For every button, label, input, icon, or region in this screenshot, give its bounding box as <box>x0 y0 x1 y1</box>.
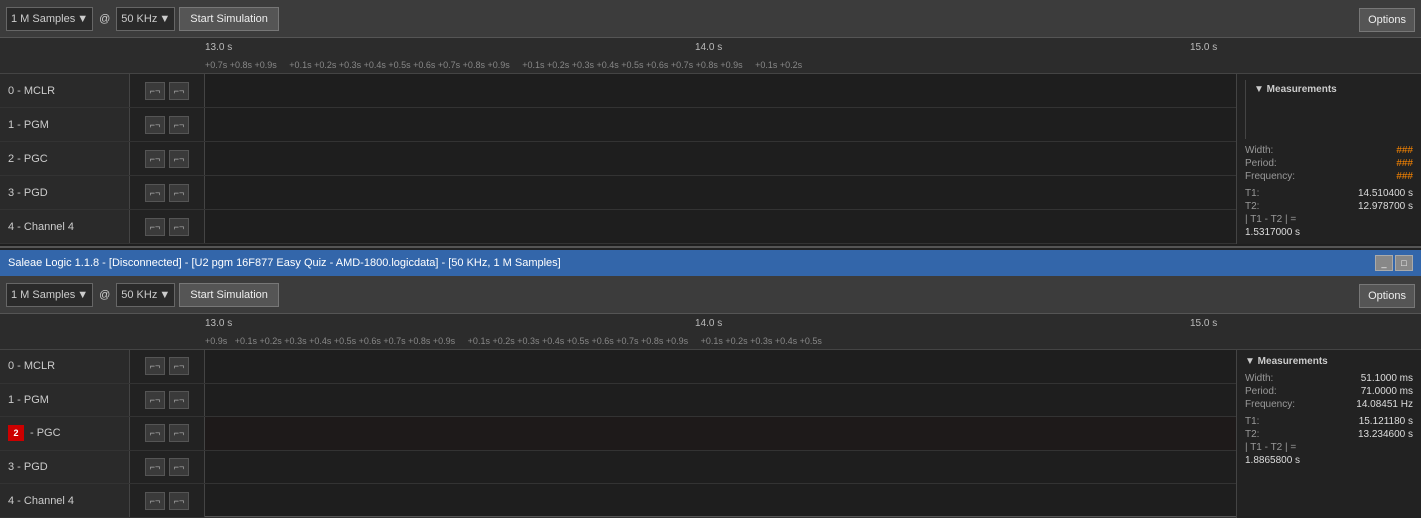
options-btn-bottom[interactable]: Options <box>1359 284 1415 308</box>
measurements-title-bottom: ▼ Measurements <box>1245 356 1413 367</box>
ctrl-btn2-4-top[interactable]: ⌐¬ <box>169 218 189 236</box>
meas-diff-top: | T1 - T2 | = <box>1245 214 1413 225</box>
freq-label-top: 50 KHz <box>121 13 157 25</box>
freq-label-bottom: 50 KHz <box>121 289 157 301</box>
meas-width-top: Width: ### <box>1245 145 1413 156</box>
meas-freq-bottom: Frequency: 14.08451 Hz <box>1245 399 1413 410</box>
channel-row-2-bottom: 2 - PGC ⌐¬ ⌐¬ <box>0 417 1236 451</box>
channel-controls-1-bottom: ⌐¬ ⌐¬ <box>130 384 205 417</box>
title-bar-buttons: _ □ <box>1375 255 1413 271</box>
samples-label-top: 1 M Samples <box>11 13 75 25</box>
channel-controls-4-top: ⌐¬ ⌐¬ <box>130 210 205 243</box>
channel-controls-1-top: ⌐¬ ⌐¬ <box>130 108 205 141</box>
ctrl-btn-2-top[interactable]: ⌐¬ <box>145 150 165 168</box>
channel-row-3-top: 3 - PGD ⌐¬ ⌐¬ <box>0 176 1236 210</box>
channel-row-1-top: 1 - PGM ⌐¬ ⌐¬ <box>0 108 1236 142</box>
freq-dropdown-bottom[interactable]: 50 KHz ▼ <box>116 283 175 307</box>
channel-label-3-bottom: 3 - PGD <box>0 451 130 484</box>
meas-period-top: Period: ### <box>1245 158 1413 169</box>
channel-row-2-top: 2 - PGC ⌐¬ ⌐¬ <box>0 142 1236 176</box>
channel-label-4-bottom: 4 - Channel 4 <box>0 484 130 517</box>
channel-row-4-top: 4 - Channel 4 ⌐¬ ⌐¬ <box>0 210 1236 244</box>
channel-row-3-bottom: 3 - PGD ⌐¬ ⌐¬ <box>0 451 1236 485</box>
channel-label-0-top: 0 - MCLR <box>0 74 130 107</box>
ctrl-btn-3-top[interactable]: ⌐¬ <box>145 184 165 202</box>
channel-row-0-bottom: 0 - MCLR ⌐¬ ⌐¬ ▶ <box>0 350 1236 384</box>
channel-controls-0-top: ⌐¬ ⌐¬ <box>130 74 205 107</box>
channel-controls-3-bottom: ⌐¬ ⌐¬ <box>130 451 205 484</box>
freq-dropdown-top[interactable]: 50 KHz ▼ <box>116 7 175 31</box>
measurements-panel-top: ▼ Measurements Width: ### Period: ### Fr… <box>1236 74 1421 244</box>
start-simulation-btn-bottom[interactable]: Start Simulation <box>179 283 279 307</box>
ctrl-btn2-0-bottom[interactable]: ⌐¬ <box>169 357 189 375</box>
time-ruler-bottom: 13.0 s 14.0 s 15.0 s +0.9s +0.1s +0.2s +… <box>0 314 1421 350</box>
ctrl-btn-0-top[interactable]: ⌐¬ <box>145 82 165 100</box>
channel-label-3-top: 3 - PGD <box>0 176 130 209</box>
ctrl-btn2-3-bottom[interactable]: ⌐¬ <box>169 458 189 476</box>
ctrl-btn-1-top[interactable]: ⌐¬ <box>145 116 165 134</box>
minimize-btn[interactable]: _ <box>1375 255 1393 271</box>
time-ruler-top: 13.0 s 14.0 s 15.0 s +0.7s +0.8s +0.9s +… <box>0 38 1421 74</box>
channel-controls-0-bottom: ⌐¬ ⌐¬ <box>130 350 205 383</box>
samples-dropdown-bottom[interactable]: 1 M Samples ▼ <box>6 283 93 307</box>
ctrl-btn2-3-top[interactable]: ⌐¬ <box>169 184 189 202</box>
ctrl-btn-4-top[interactable]: ⌐¬ <box>145 218 165 236</box>
meas-period-bottom: Period: 71.0000 ms <box>1245 386 1413 397</box>
ctrl-btn-2-bottom[interactable]: ⌐¬ <box>145 424 165 442</box>
at-label-top: @ <box>97 13 112 25</box>
channel-row-1-bottom: 1 - PGM ⌐¬ ⌐¬ <box>0 384 1236 418</box>
channel-row-4-bottom: 4 - Channel 4 ⌐¬ ⌐¬ <box>0 484 1236 518</box>
samples-dropdown-top[interactable]: 1 M Samples ▼ <box>6 7 93 31</box>
channel-controls-2-bottom: ⌐¬ ⌐¬ <box>130 417 205 450</box>
options-btn-top[interactable]: Options <box>1359 8 1415 32</box>
channel-controls-4-bottom: ⌐¬ ⌐¬ <box>130 484 205 517</box>
maximize-btn[interactable]: □ <box>1395 255 1413 271</box>
channel-label-0-bottom: 0 - MCLR <box>0 350 130 383</box>
measurements-panel-bottom: ▼ Measurements Width: 51.1000 ms Period:… <box>1236 350 1421 518</box>
ctrl-btn2-1-top[interactable]: ⌐¬ <box>169 116 189 134</box>
title-bar: Saleae Logic 1.1.8 - [Disconnected] - [U… <box>0 248 1421 276</box>
meas-t1-top: T1: 14.510400 s <box>1245 188 1413 199</box>
meas-diff-bottom: | T1 - T2 | = <box>1245 442 1413 453</box>
channel-label-2-top: 2 - PGC <box>0 142 130 175</box>
channel-badge-2-bottom: 2 <box>8 425 24 441</box>
channel-label-1-bottom: 1 - PGM <box>0 384 130 417</box>
ctrl-btn-3-bottom[interactable]: ⌐¬ <box>145 458 165 476</box>
meas-t2-top: T2: 12.978700 s <box>1245 201 1413 212</box>
meas-t1-bottom: T1: 15.121180 s <box>1245 416 1413 427</box>
meas-t2-bottom: T2: 13.234600 s <box>1245 429 1413 440</box>
channel-row-0-top: 0 - MCLR ⌐¬ ⌐¬ ▶ <box>0 74 1236 108</box>
channel-label-2-bottom: 2 - PGC <box>0 417 130 450</box>
top-toolbar: 1 M Samples ▼ @ 50 KHz ▼ Start Simulatio… <box>0 0 1421 38</box>
measurements-title-top: ▼ Measurements <box>1245 80 1421 139</box>
ctrl-btn-4-bottom[interactable]: ⌐¬ <box>145 492 165 510</box>
meas-diff-val-bottom: 1.8865800 s <box>1245 455 1413 466</box>
meas-width-bottom: Width: 51.1000 ms <box>1245 373 1413 384</box>
start-simulation-btn-top[interactable]: Start Simulation <box>179 7 279 31</box>
samples-label-bottom: 1 M Samples <box>11 289 75 301</box>
meas-diff-val-top: 1.5317000 s <box>1245 227 1413 238</box>
ctrl-btn2-2-bottom[interactable]: ⌐¬ <box>169 424 189 442</box>
meas-freq-top: Frequency: ### <box>1245 171 1413 182</box>
ctrl-btn2-0-top[interactable]: ⌐¬ <box>169 82 189 100</box>
channel-controls-2-top: ⌐¬ ⌐¬ <box>130 142 205 175</box>
title-bar-text: Saleae Logic 1.1.8 - [Disconnected] - [U… <box>8 257 1375 269</box>
ctrl-btn2-4-bottom[interactable]: ⌐¬ <box>169 492 189 510</box>
channel-label-4-top: 4 - Channel 4 <box>0 210 130 243</box>
ctrl-btn-0-bottom[interactable]: ⌐¬ <box>145 357 165 375</box>
ctrl-btn2-2-top[interactable]: ⌐¬ <box>169 150 189 168</box>
ctrl-btn2-1-bottom[interactable]: ⌐¬ <box>169 391 189 409</box>
ctrl-btn-1-bottom[interactable]: ⌐¬ <box>145 391 165 409</box>
channel-label-1-top: 1 - PGM <box>0 108 130 141</box>
at-label-bottom: @ <box>97 289 112 301</box>
bottom-toolbar: 1 M Samples ▼ @ 50 KHz ▼ Start Simulatio… <box>0 276 1421 314</box>
channel-controls-3-top: ⌐¬ ⌐¬ <box>130 176 205 209</box>
